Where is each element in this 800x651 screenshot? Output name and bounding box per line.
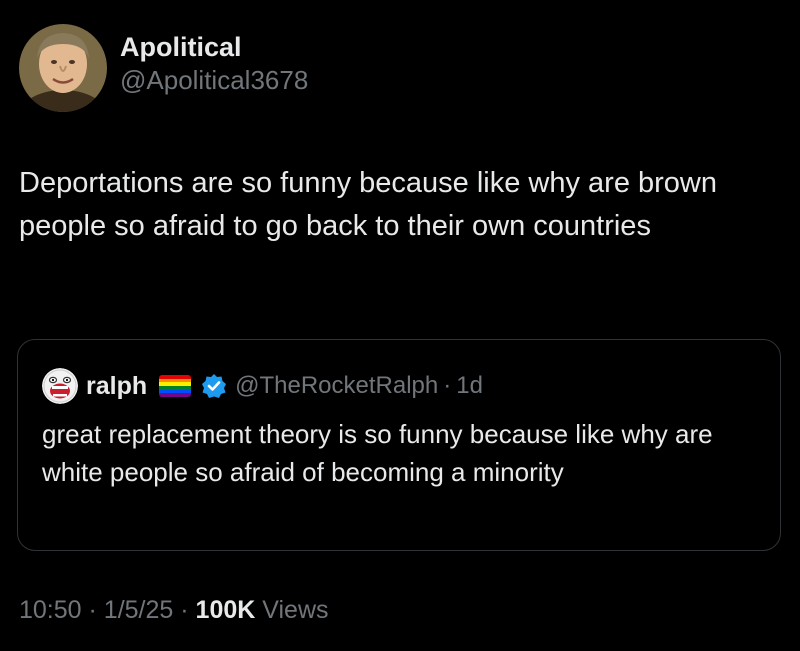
tweet-time[interactable]: 10:50: [19, 596, 82, 624]
quoted-author-avatar[interactable]: [42, 368, 78, 404]
verified-badge-icon: [201, 373, 227, 399]
author-avatar[interactable]: [19, 24, 107, 112]
rainbow-flag-icon: [159, 375, 192, 397]
quoted-author-handle[interactable]: @TheRocketRalph: [235, 372, 438, 400]
tweet-meta: 10:50 · 1/5/25 · 100K Views: [19, 596, 329, 625]
separator-dot: ·: [443, 372, 452, 399]
author-display-name[interactable]: Apolitical: [120, 31, 308, 63]
views-label: Views: [262, 596, 329, 624]
quoted-author-name[interactable]: ralph: [86, 372, 147, 401]
author-info: Apolitical @Apolitical3678: [120, 31, 308, 97]
author-handle[interactable]: @Apolitical3678: [120, 63, 308, 97]
avatar-portrait-icon: [19, 24, 107, 112]
tweet: Apolitical @Apolitical3678 Deportations …: [0, 0, 800, 651]
quoted-timestamp[interactable]: 1d: [456, 372, 483, 400]
tweet-date[interactable]: 1/5/25: [104, 596, 174, 624]
separator-dot: ·: [88, 596, 97, 624]
screaming-face-icon: [42, 368, 78, 404]
quoted-tweet-text: great replacement theory is so funny bec…: [42, 419, 713, 487]
quoted-tweet-header: ralph @TheRocketRalph · 1d: [42, 368, 483, 404]
quoted-tweet-card[interactable]: ralph @TheRocketRalph · 1d great replace…: [17, 339, 781, 551]
tweet-text: Deportations are so funny because like w…: [19, 167, 717, 242]
views-count[interactable]: 100K: [196, 596, 256, 624]
separator-dot: ·: [180, 596, 189, 624]
